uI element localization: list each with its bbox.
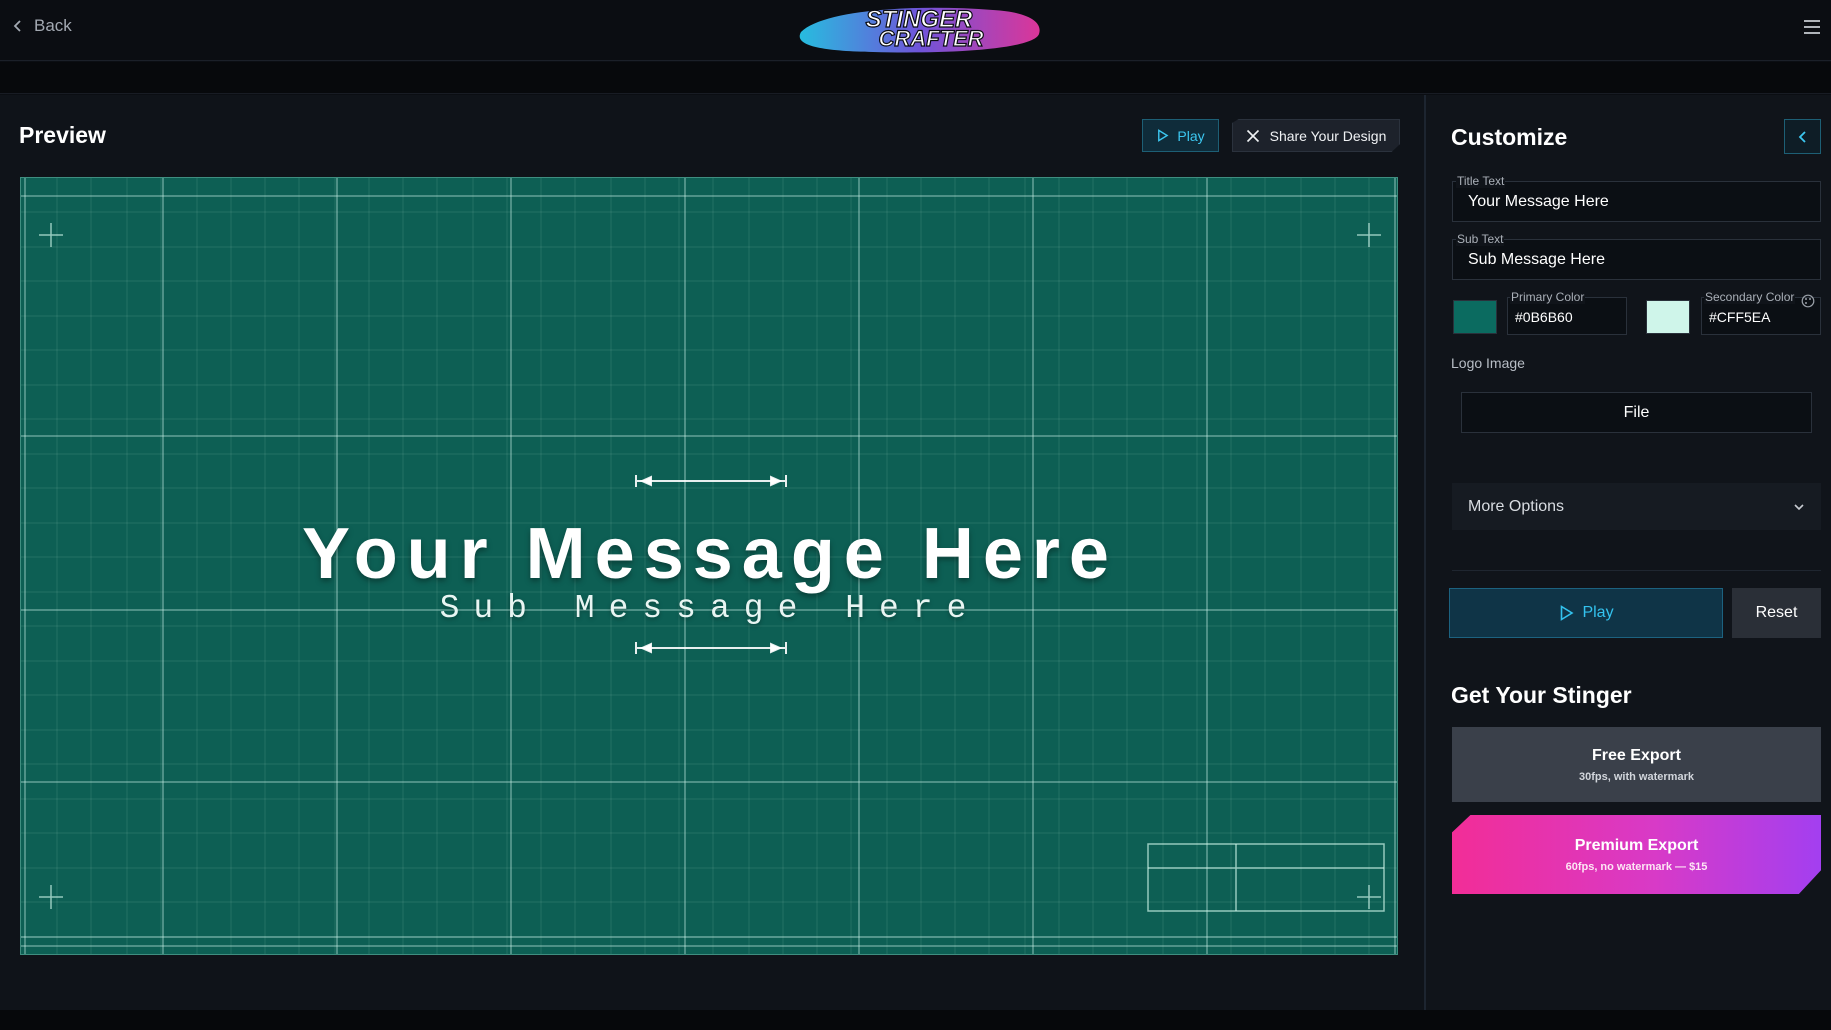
secondary-color-label: Secondary Color: [1704, 290, 1796, 304]
preview-play-label: Play: [1177, 127, 1205, 144]
title-text-field[interactable]: Title Text Your Message Here: [1452, 174, 1821, 222]
customize-title: Customize: [1451, 124, 1568, 150]
sub-text-label: Sub Text: [1456, 232, 1505, 246]
premium-export-button[interactable]: Premium Export 60fps, no watermark — $15: [1452, 815, 1821, 894]
hamburger-menu-icon[interactable]: [1803, 18, 1821, 36]
chevron-down-icon: [1794, 503, 1804, 510]
share-design-button[interactable]: Share Your Design: [1232, 119, 1400, 152]
primary-color-field[interactable]: Primary Color #0B6B60: [1507, 290, 1627, 335]
primary-color-value: #0B6B60: [1515, 309, 1573, 325]
logo-line2: CRAFTER: [878, 26, 983, 51]
toolbar-strip: [0, 62, 1831, 94]
preview-headline: Your Message Here: [302, 514, 1118, 594]
top-bar: Back STINGER CRAFTER: [0, 0, 1831, 61]
customize-sidebar: Customize Title Text Your Message Here S…: [1424, 95, 1831, 1010]
collapse-sidebar-button[interactable]: [1784, 119, 1821, 154]
file-upload-button[interactable]: File: [1461, 392, 1812, 433]
play-icon: [1561, 605, 1574, 621]
back-button[interactable]: Back: [10, 16, 72, 36]
reset-button[interactable]: Reset: [1732, 588, 1821, 638]
more-options-accordion[interactable]: More Options: [1452, 483, 1821, 530]
play-icon: [1158, 129, 1169, 142]
get-stinger-title: Get Your Stinger: [1451, 682, 1632, 708]
x-logo-icon: [1246, 129, 1259, 142]
primary-color-swatch[interactable]: [1453, 300, 1497, 334]
sub-text-value: Sub Message Here: [1468, 251, 1605, 268]
logo-image-label: Logo Image: [1451, 355, 1525, 371]
preview-panel: Preview Play Share Your Design Your Mess…: [0, 95, 1424, 1010]
stinger-crafter-logo[interactable]: STINGER CRAFTER: [793, 2, 1045, 56]
title-text-value: Your Message Here: [1468, 193, 1609, 210]
free-export-label: Free Export: [1592, 746, 1681, 764]
title-text-label: Title Text: [1456, 174, 1506, 188]
bottom-bar: [0, 1010, 1831, 1030]
secondary-color-swatch[interactable]: [1646, 300, 1690, 334]
free-export-detail: 30fps, with watermark: [1579, 770, 1694, 783]
free-export-button[interactable]: Free Export 30fps, with watermark: [1452, 727, 1821, 802]
chevron-left-icon: [1798, 130, 1806, 143]
preview-play-button[interactable]: Play: [1142, 119, 1219, 152]
chevron-left-icon: [13, 20, 21, 32]
palette-icon[interactable]: [1801, 294, 1815, 308]
share-design-label: Share Your Design: [1269, 127, 1387, 144]
sub-text-field[interactable]: Sub Text Sub Message Here: [1452, 232, 1821, 280]
preview-title: Preview: [19, 122, 106, 148]
preview-subline: Sub Message Here: [439, 590, 981, 627]
secondary-color-value: #CFF5EA: [1709, 309, 1771, 325]
stinger-preview-canvas: Your Message Here Sub Message Here: [20, 177, 1398, 955]
section-divider: [1452, 570, 1821, 571]
premium-export-detail: 60fps, no watermark — $15: [1565, 860, 1708, 873]
sidebar-play-button[interactable]: Play: [1449, 588, 1723, 638]
sidebar-play-label: Play: [1582, 604, 1614, 621]
more-options-label: More Options: [1468, 497, 1565, 515]
primary-color-label: Primary Color: [1510, 290, 1586, 304]
premium-export-label: Premium Export: [1574, 836, 1699, 854]
back-label: Back: [34, 16, 72, 35]
